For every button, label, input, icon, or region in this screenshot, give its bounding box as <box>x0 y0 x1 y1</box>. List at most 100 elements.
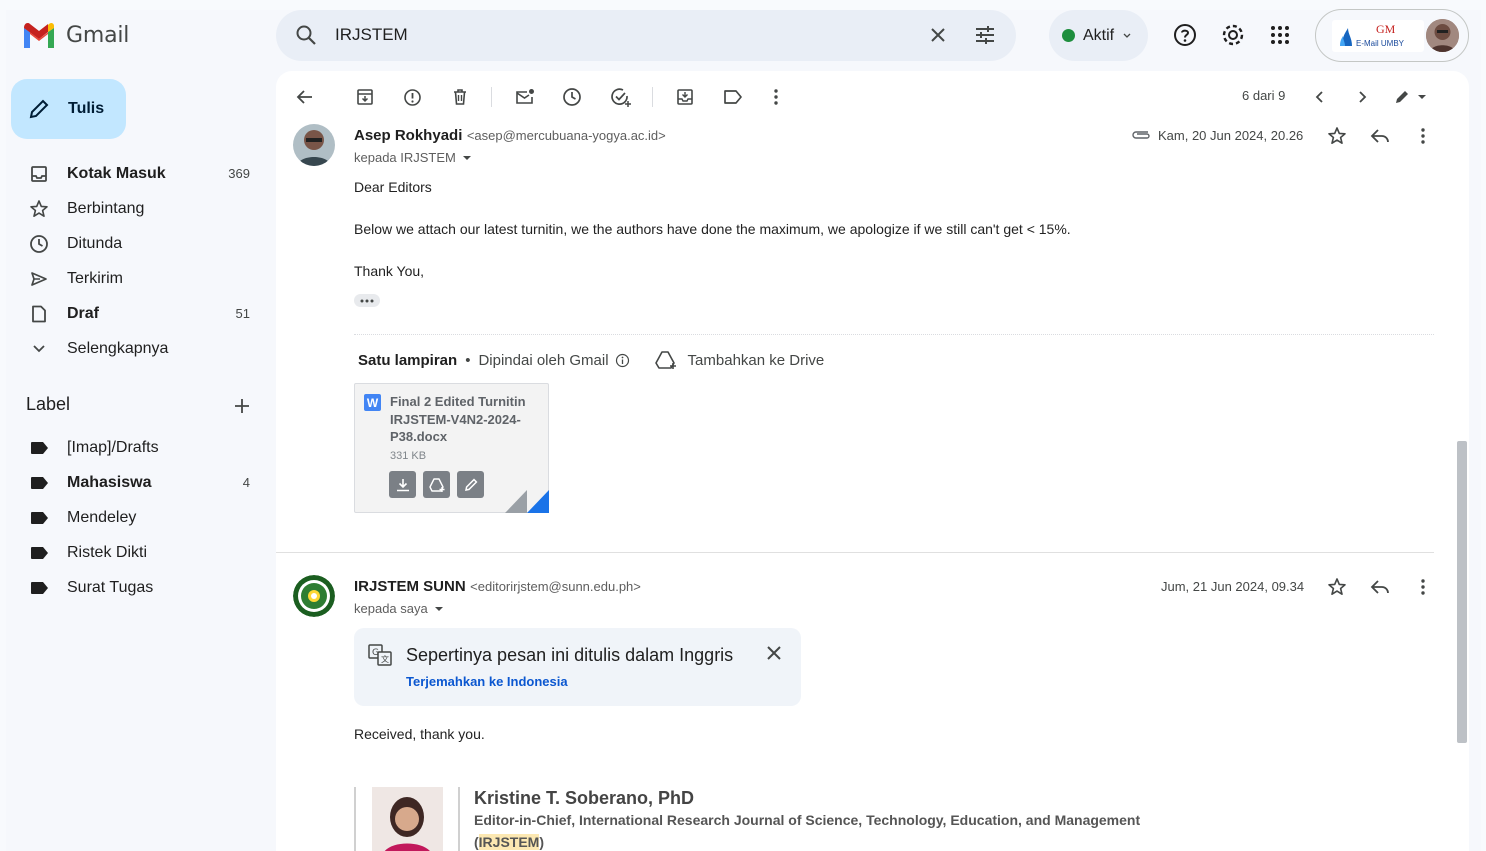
sender-name[interactable]: Asep Rokhyadi <box>354 127 462 144</box>
message-date: Jum, 21 Jun 2024, 09.34 <box>1161 579 1305 594</box>
translate-link[interactable]: Terjemahkan ke Indonesia <box>406 674 568 689</box>
sidebar-item-label-mendeley[interactable]: Mendeley <box>18 500 258 535</box>
compose-button[interactable]: Tulis <box>11 79 126 139</box>
drive-add-icon[interactable] <box>423 471 450 498</box>
sidebar-item-sent[interactable]: Terkirim <box>18 261 258 296</box>
report-spam-icon[interactable] <box>400 85 424 109</box>
unread-count: 369 <box>228 166 250 181</box>
info-icon[interactable] <box>615 353 630 368</box>
more-vert-icon[interactable] <box>1420 578 1426 596</box>
signature-photo <box>372 787 443 851</box>
more-vert-icon[interactable] <box>1420 127 1426 145</box>
back-arrow-icon[interactable] <box>292 85 316 109</box>
help-icon[interactable] <box>1172 22 1198 48</box>
message-body-line: Thank You, <box>354 263 425 279</box>
close-icon[interactable] <box>766 645 782 661</box>
clock-icon <box>28 234 50 254</box>
mark-unread-icon[interactable] <box>513 85 537 109</box>
reply-icon[interactable] <box>1370 128 1390 144</box>
message-divider <box>276 552 1434 553</box>
sender-email: <asep@mercubuana-yogya.ac.id> <box>466 128 666 143</box>
sidebar-item-label-ristek-dikti[interactable]: Ristek Dikti <box>18 535 258 570</box>
sidebar-item-label: Kotak Masuk <box>67 164 166 182</box>
sender-name[interactable]: IRJSTEM SUNN <box>354 578 466 595</box>
sender-email: <editorirjstem@sunn.edu.ph> <box>470 579 641 594</box>
sidebar-item-label: Terkirim <box>67 269 123 287</box>
account-avatar[interactable] <box>1426 19 1459 52</box>
sender-avatar[interactable] <box>293 124 335 166</box>
scrollbar-thumb[interactable] <box>1457 441 1467 743</box>
pager-text: 6 dari 9 <box>1242 88 1286 103</box>
message-view: 6 dari 9 Asep Rokhyadi <asep@mercubuana-… <box>276 71 1469 851</box>
sidebar-item-label: Ditunda <box>67 234 123 252</box>
delete-icon[interactable] <box>448 85 472 109</box>
label-tag-icon <box>28 441 50 454</box>
sidebar-item-label: Draf <box>67 304 100 322</box>
sidebar-item-drafts[interactable]: Draf 51 <box>18 296 258 331</box>
account-switcher[interactable]: GM E-Mail UMBY <box>1315 9 1469 62</box>
more-vert-icon[interactable] <box>764 85 788 109</box>
signature-name: Kristine T. Soberano, PhD <box>474 788 695 808</box>
search-input[interactable]: IRJSTEM <box>335 25 408 45</box>
add-label-icon[interactable] <box>232 396 252 416</box>
sidebar-item-more[interactable]: Selengkapnya <box>18 331 258 366</box>
recipient-details[interactable]: kepada saya <box>354 601 444 616</box>
show-trimmed-content-button[interactable] <box>354 294 380 307</box>
add-to-drive-label: Tambahkan ke Drive <box>687 351 825 369</box>
download-icon[interactable] <box>389 471 416 498</box>
search-icon[interactable] <box>294 23 318 47</box>
translate-icon: G文 <box>368 644 392 666</box>
attachment-name: Final 2 Edited Turnitin IRJSTEM-V4N2-202… <box>390 394 526 444</box>
move-to-icon[interactable] <box>673 85 697 109</box>
message-body-line: Received, thank you. <box>354 726 485 742</box>
caret-down-icon <box>462 155 471 160</box>
sidebar-item-label: Ristek Dikti <box>67 543 148 561</box>
input-tools-icon[interactable] <box>1393 85 1427 109</box>
label-tag-icon <box>28 511 50 524</box>
sidebar-item-label: Mahasiswa <box>67 473 152 491</box>
gear-icon[interactable] <box>1220 22 1246 48</box>
recipient-details[interactable]: kepada IRJSTEM <box>354 150 472 165</box>
attachment-card[interactable]: W Final 2 Edited Turnitin IRJSTEM-V4N2-2… <box>354 383 549 513</box>
archive-icon[interactable] <box>353 85 377 109</box>
gmail-logo[interactable]: Gmail <box>22 22 129 48</box>
sidebar-item-label-imap-drafts[interactable]: [Imap]/Drafts <box>18 430 258 465</box>
status-label: Aktif <box>1083 26 1115 44</box>
sidebar-item-label-surat-tugas[interactable]: Surat Tugas <box>18 570 258 605</box>
label-list: [Imap]/Drafts Mahasiswa 4 Mendeley Riste… <box>18 430 258 605</box>
message-toolbar: 6 dari 9 <box>276 71 1469 123</box>
label-icon[interactable] <box>721 85 745 109</box>
org-logo: GM E-Mail UMBY <box>1332 20 1424 52</box>
status-selector[interactable]: Aktif <box>1049 10 1148 61</box>
recipient-text: kepada IRJSTEM <box>354 150 456 165</box>
add-task-icon[interactable] <box>609 85 633 109</box>
apps-grid-icon[interactable] <box>1267 22 1293 48</box>
sidebar-item-label: [Imap]/Drafts <box>67 438 159 456</box>
attachments-divider <box>354 334 1434 335</box>
sidebar-item-label-mahasiswa[interactable]: Mahasiswa 4 <box>18 465 258 500</box>
message-body-line: Below we attach our latest turnitin, we … <box>354 221 1071 237</box>
reply-icon[interactable] <box>1370 579 1390 595</box>
star-icon[interactable] <box>1327 577 1347 597</box>
label-tag-icon <box>28 581 50 594</box>
word-doc-icon: W <box>364 394 381 411</box>
close-icon[interactable] <box>926 23 950 47</box>
sidebar-item-starred[interactable]: Berbintang <box>18 191 258 226</box>
status-dot <box>1062 29 1075 42</box>
sidebar-item-inbox[interactable]: Kotak Masuk 369 <box>18 156 258 191</box>
sidebar-item-snoozed[interactable]: Ditunda <box>18 226 258 261</box>
add-to-drive-button[interactable]: Tambahkan ke Drive <box>654 350 825 370</box>
chevron-right-icon[interactable] <box>1350 85 1374 109</box>
search-highlight: IRJSTEM <box>478 834 540 850</box>
search-bar[interactable]: IRJSTEM <box>276 10 1016 61</box>
org-logo-label: E-Mail UMBY <box>1356 39 1405 48</box>
star-icon[interactable] <box>1327 126 1347 146</box>
svg-text:G: G <box>372 648 379 658</box>
draft-icon <box>28 305 50 323</box>
chevron-left-icon[interactable] <box>1308 85 1332 109</box>
edit-pencil-icon[interactable] <box>457 471 484 498</box>
search-options-icon[interactable] <box>973 23 997 47</box>
signature-divider <box>458 787 460 851</box>
snooze-clock-icon[interactable] <box>560 85 584 109</box>
sender-avatar[interactable] <box>293 575 335 617</box>
